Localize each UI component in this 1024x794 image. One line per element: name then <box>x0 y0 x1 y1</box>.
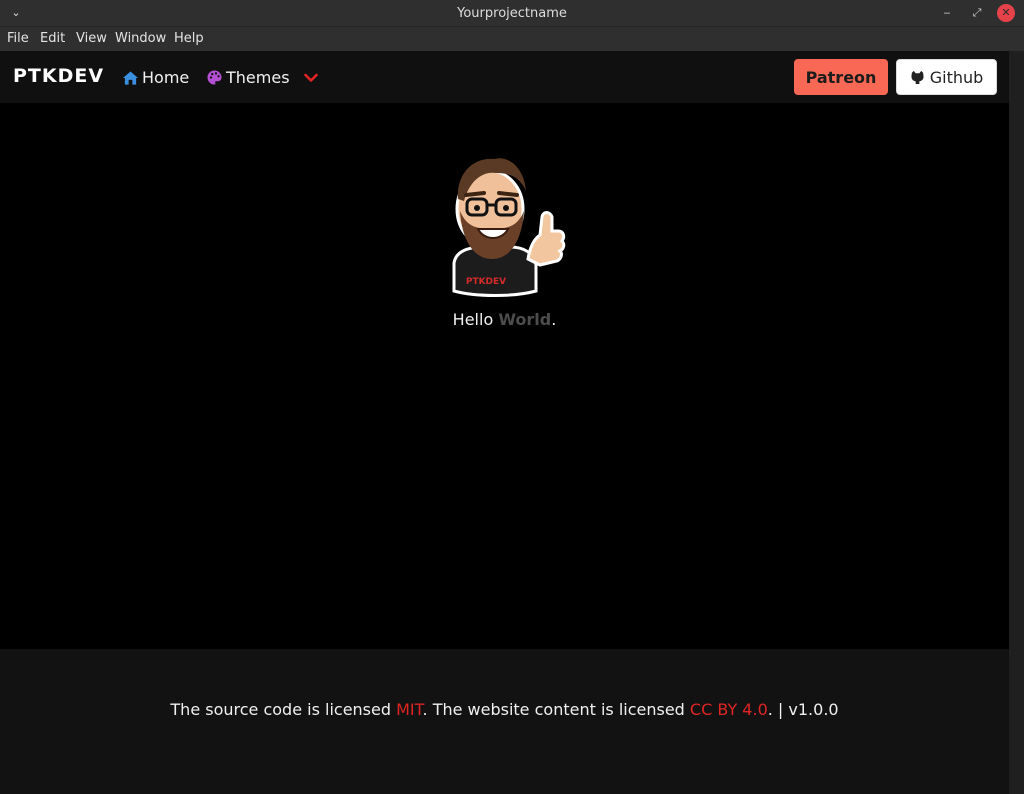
avatar-illustration: PTKDEV <box>452 158 566 297</box>
footer: The source code is licensed MIT. The web… <box>0 649 1009 794</box>
footer-text-part1: The source code is licensed <box>170 700 397 719</box>
close-icon[interactable]: ✕ <box>997 4 1015 22</box>
cc-license-link[interactable]: CC BY 4.0 <box>690 700 768 719</box>
nav-themes-dropdown[interactable]: Themes <box>207 68 318 87</box>
menu-view[interactable]: View <box>76 31 107 46</box>
navbar: PTKDEV Home Themes Patreon Github <box>0 51 1009 103</box>
github-icon <box>911 70 924 84</box>
scrollbar[interactable] <box>1009 51 1024 794</box>
footer-license-text: The source code is licensed MIT. The web… <box>0 700 1009 719</box>
palette-icon <box>207 70 222 85</box>
hello-world-text: Hello World. <box>0 310 1009 329</box>
hello-prefix: Hello <box>452 310 499 329</box>
hello-suffix: . <box>551 310 557 329</box>
github-button-label: Github <box>929 67 984 87</box>
window-title: Yourprojectname <box>457 6 567 21</box>
menu-file[interactable]: File <box>7 31 29 46</box>
menu-window[interactable]: Window <box>115 31 166 46</box>
window-titlebar: ⌄ Yourprojectname ‒ ⤢ ✕ <box>0 0 1024 27</box>
nav-home-link[interactable]: Home <box>123 68 189 87</box>
mit-license-link[interactable]: MIT <box>396 700 422 719</box>
footer-text-part2: . The website content is licensed <box>422 700 690 719</box>
menu-help[interactable]: Help <box>174 31 204 46</box>
avatar-shirt-text: PTKDEV <box>466 277 506 287</box>
patreon-button[interactable]: Patreon <box>794 59 888 95</box>
minimize-icon[interactable]: ‒ <box>938 4 956 22</box>
footer-version: . | v1.0.0 <box>767 700 839 719</box>
hello-world-emphasis: World <box>498 310 552 329</box>
chevron-down-icon <box>303 73 318 82</box>
home-icon <box>123 70 138 85</box>
brand-logo[interactable]: PTKDEV <box>13 65 104 87</box>
github-button[interactable]: Github <box>896 59 997 95</box>
menu-edit[interactable]: Edit <box>40 31 65 46</box>
nav-home-label: Home <box>142 68 190 87</box>
nav-themes-label: Themes <box>226 68 290 87</box>
menubar: File Edit View Window Help <box>0 27 1024 51</box>
app-content: PTKDEV Home Themes Patreon Github PTKDEV… <box>0 51 1009 794</box>
maximize-icon[interactable]: ⤢ <box>968 4 986 22</box>
